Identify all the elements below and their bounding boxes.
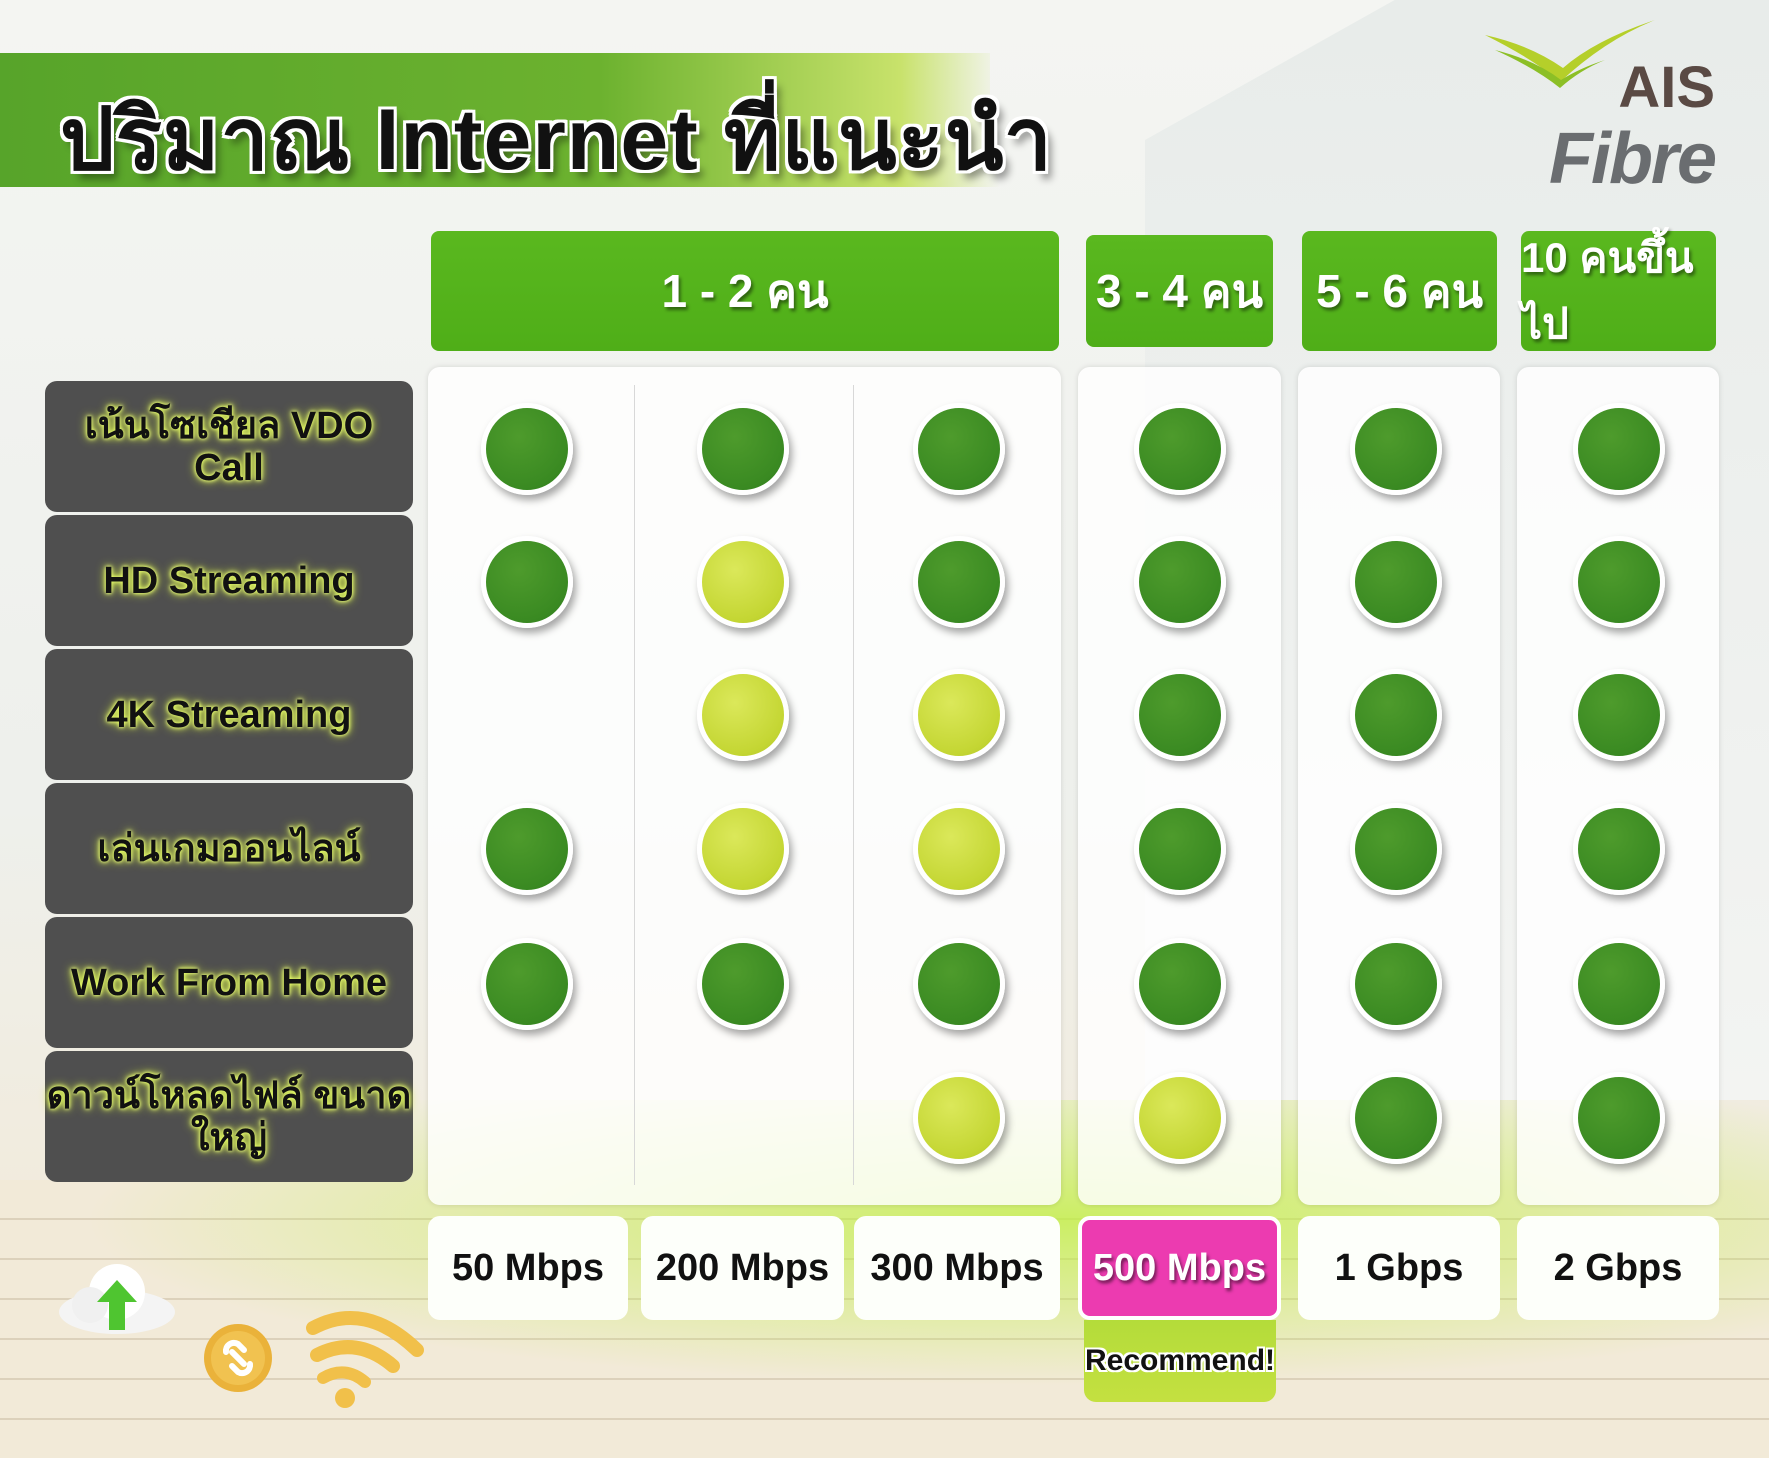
dot-green-recommended	[1134, 403, 1226, 495]
dot-yellow-usable	[913, 803, 1005, 895]
cloud-upload-icon	[59, 1264, 175, 1334]
dot-green-recommended	[913, 536, 1005, 628]
speed-option: 50 Mbps	[428, 1216, 628, 1320]
link-coin-icon	[204, 1324, 272, 1392]
dot-green-recommended	[1350, 803, 1442, 895]
dot-yellow-usable	[697, 669, 789, 761]
dot-yellow-usable	[1134, 1072, 1226, 1164]
dot-green-recommended	[1573, 1072, 1665, 1164]
dot-green-recommended	[913, 938, 1005, 1030]
dot-green-recommended	[1573, 536, 1665, 628]
logo-fibre-text: Fibre	[1548, 119, 1717, 199]
dot-green-recommended	[1573, 669, 1665, 761]
speed-option: 1 Gbps	[1298, 1216, 1500, 1320]
group-header-1-2: 1 - 2 คน	[431, 231, 1059, 351]
dot-green-recommended	[1134, 803, 1226, 895]
dot-green-recommended	[1350, 536, 1442, 628]
row-label: ดาวน์โหลดไฟล์ ขนาดใหญ่	[45, 1051, 413, 1182]
dot-green-recommended	[1350, 938, 1442, 1030]
dot-green-recommended	[1134, 669, 1226, 761]
dot-green-recommended	[481, 536, 573, 628]
dot-yellow-usable	[913, 1072, 1005, 1164]
dot-yellow-usable	[697, 803, 789, 895]
page-title: ปริมาณ Internet ที่แนะนำ	[60, 92, 1053, 188]
dot-green-recommended	[481, 803, 573, 895]
dot-green-recommended	[481, 403, 573, 495]
dot-green-recommended	[1134, 938, 1226, 1030]
dot-green-recommended	[1573, 803, 1665, 895]
dot-green-recommended	[1350, 1072, 1442, 1164]
recommend-badge: Recommend!	[1084, 1320, 1276, 1402]
dot-green-recommended	[1573, 403, 1665, 495]
dot-green-recommended	[1134, 536, 1226, 628]
row-label: เน้นโซเชียล VDO Call	[45, 381, 413, 512]
dot-green-recommended	[1350, 403, 1442, 495]
row-label: 4K Streaming	[45, 649, 413, 780]
speed-option: 500 Mbps	[1078, 1216, 1281, 1320]
speed-option: 200 Mbps	[641, 1216, 844, 1320]
row-label: เล่นเกมออนไลน์	[45, 783, 413, 914]
ais-fibre-logo: AIS Fibre	[1445, 20, 1717, 199]
group-header-5-6: 5 - 6 คน	[1302, 231, 1497, 351]
dot-green-recommended	[1350, 669, 1442, 761]
column-divider	[634, 385, 635, 1185]
dot-green-recommended	[481, 938, 573, 1030]
speed-option: 300 Mbps	[854, 1216, 1060, 1320]
dot-yellow-usable	[913, 669, 1005, 761]
dot-green-recommended	[697, 938, 789, 1030]
group-header-10-plus: 10 คนขึ้นไป	[1521, 231, 1716, 351]
logo-ais-text: AIS	[1618, 55, 1715, 120]
row-label: HD Streaming	[45, 515, 413, 646]
speed-option: 2 Gbps	[1517, 1216, 1719, 1320]
row-label: Work From Home	[45, 917, 413, 1048]
group-header-3-4: 3 - 4 คน	[1086, 235, 1273, 347]
dot-green-recommended	[697, 403, 789, 495]
dot-green-recommended	[1573, 938, 1665, 1030]
dot-yellow-usable	[697, 536, 789, 628]
column-divider	[853, 385, 854, 1185]
wifi-icon	[306, 1311, 424, 1408]
dot-green-recommended	[913, 403, 1005, 495]
